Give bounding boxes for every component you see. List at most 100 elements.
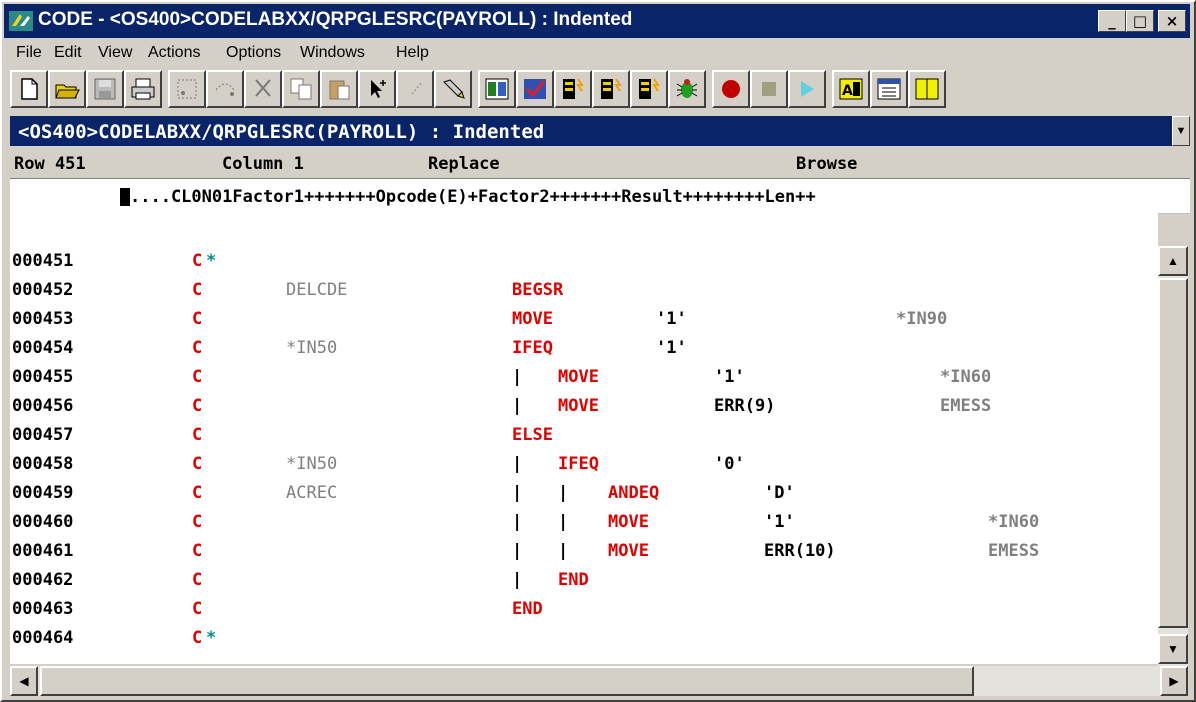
factor1-field: ACREC <box>286 483 338 503</box>
open-button[interactable] <box>48 70 86 108</box>
result-field: EMESS <box>940 396 992 416</box>
code-line[interactable]: 000455 C | MOVE '1' *IN60 <box>10 364 1158 391</box>
indent-guide: | <box>512 541 523 561</box>
opcode: MOVE <box>608 541 649 561</box>
code-line[interactable]: 000461 C | | MOVE ERR(10) EMESS <box>10 538 1158 565</box>
window-tile-icon <box>485 78 509 100</box>
sequence-number: 000454 <box>12 338 74 358</box>
debug-button[interactable] <box>630 70 668 108</box>
indent-guide: | <box>558 512 569 532</box>
document-header-text: <OS400>CODELABXX/QRPGLESRC(PAYROLL) : In… <box>18 121 545 143</box>
calendar-icon <box>877 78 901 100</box>
spec-type: C <box>192 570 203 590</box>
code-line[interactable]: 000462 C | END <box>10 567 1158 594</box>
menu-file[interactable]: File <box>16 44 42 62</box>
scissors-button[interactable] <box>244 70 282 108</box>
header-dropdown-button[interactable]: ▼ <box>1172 116 1190 146</box>
sequence-number: 000459 <box>12 483 74 503</box>
maximize-button[interactable]: □ <box>1126 10 1154 32</box>
lasso-button[interactable] <box>206 70 244 108</box>
menu-view[interactable]: View <box>98 44 132 62</box>
factor1-field: *IN50 <box>286 454 338 474</box>
result-field: *IN60 <box>940 367 992 387</box>
new-file-button[interactable] <box>10 70 48 108</box>
spec-type: C <box>192 367 203 387</box>
print-button[interactable] <box>124 70 162 108</box>
factor2-field: 'D' <box>764 483 795 503</box>
calendar-button[interactable] <box>870 70 908 108</box>
scroll-down-button[interactable]: ▼ <box>1158 634 1188 664</box>
code-line[interactable]: 000456 C | MOVE ERR(9) EMESS <box>10 393 1158 420</box>
minimize-button[interactable]: _ <box>1098 10 1126 32</box>
factor2-field: ERR(10) <box>764 541 836 561</box>
select-button[interactable] <box>396 70 434 108</box>
paste-button[interactable] <box>320 70 358 108</box>
select-icon <box>411 81 423 95</box>
menu-actions[interactable]: Actions <box>148 44 200 62</box>
code-line[interactable]: 000454 C *IN50 IFEQ '1' <box>10 335 1158 362</box>
menu-help[interactable]: Help <box>396 44 429 62</box>
horizontal-scrollbar[interactable]: ◀ ▶ <box>10 666 1188 696</box>
play-button[interactable] <box>788 70 826 108</box>
pointer-plus-button[interactable] <box>358 70 396 108</box>
code-line[interactable]: 000453 C MOVE '1' *IN90 <box>10 306 1158 333</box>
horizontal-scroll-thumb[interactable] <box>40 666 974 696</box>
code-line[interactable]: 000452 C DELCDE BEGSR <box>10 277 1158 304</box>
source-editor[interactable]: 000451 C * 000452 C DELCDE BEGSR 000453 C MOVE '1'… <box>10 212 1158 664</box>
record-button[interactable] <box>712 70 750 108</box>
menu-edit[interactable]: Edit <box>54 44 82 62</box>
factor2-field: ERR(9) <box>714 396 776 416</box>
code-line[interactable]: 000460 C | | MOVE '1' *IN60 <box>10 509 1158 536</box>
opcode: MOVE <box>608 512 649 532</box>
window-tile-button[interactable] <box>478 70 516 108</box>
format-button[interactable]: A <box>832 70 870 108</box>
close-button[interactable]: × <box>1158 10 1186 32</box>
code-line[interactable]: 000457 C ELSE <box>10 422 1158 449</box>
run-button[interactable] <box>592 70 630 108</box>
menu-options[interactable]: Options <box>226 44 281 62</box>
sequence-number: 000464 <box>12 628 74 648</box>
cut-dotted-button[interactable] <box>168 70 206 108</box>
code-line[interactable]: 000458 C *IN50 | IFEQ '0' <box>10 451 1158 478</box>
open-folder-icon <box>55 84 80 99</box>
split-button[interactable] <box>908 70 946 108</box>
factor2-field: '0' <box>714 454 745 474</box>
sequence-number: 000452 <box>12 280 74 300</box>
sequence-number: 000451 <box>12 251 74 271</box>
vertical-scrollbar[interactable]: ▲ ▼ <box>1158 246 1188 666</box>
code-line[interactable]: 000464 C * <box>10 625 1158 652</box>
spec-type: C <box>192 309 203 329</box>
build-button[interactable] <box>554 70 592 108</box>
run-icon <box>601 78 622 99</box>
title-bar[interactable]: CODE - <OS400>CODELABXX/QRPGLESRC(PAYROL… <box>4 4 1190 38</box>
spec-type: C <box>192 628 203 648</box>
stop-icon <box>762 82 776 96</box>
ruler-text: ....CL0N01Factor1+++++++Opcode(E)+Factor… <box>130 187 816 207</box>
spec-type: C <box>192 599 203 619</box>
code-line[interactable]: 000459 C ACREC | | ANDEQ 'D' <box>10 480 1158 507</box>
menu-windows[interactable]: Windows <box>300 44 365 62</box>
result-field: *IN60 <box>988 512 1040 532</box>
scroll-right-button[interactable]: ▶ <box>1160 666 1188 696</box>
print-icon <box>131 78 155 100</box>
opcode: MOVE <box>512 309 553 329</box>
bug-button[interactable] <box>668 70 706 108</box>
play-icon <box>801 81 814 97</box>
scroll-up-button[interactable]: ▲ <box>1158 246 1188 276</box>
vertical-scroll-thumb[interactable] <box>1158 278 1188 628</box>
code-line[interactable]: 000463 C END <box>10 596 1158 623</box>
save-button[interactable] <box>86 70 124 108</box>
stop-button[interactable] <box>750 70 788 108</box>
scroll-left-button[interactable]: ◀ <box>10 666 38 696</box>
status-line: Row 451 Column 1 Replace Browse <box>10 150 1190 176</box>
checkmark-icon <box>524 79 546 99</box>
result-field: *IN90 <box>896 309 948 329</box>
flashlight-button[interactable] <box>434 70 472 108</box>
code-line[interactable]: 000451 C * <box>10 248 1158 275</box>
checkmark-button[interactable] <box>516 70 554 108</box>
spec-type: C <box>192 483 203 503</box>
factor2-field: '1' <box>764 512 795 532</box>
opcode: END <box>558 570 589 590</box>
copy-button[interactable] <box>282 70 320 108</box>
copy-icon <box>290 78 312 100</box>
